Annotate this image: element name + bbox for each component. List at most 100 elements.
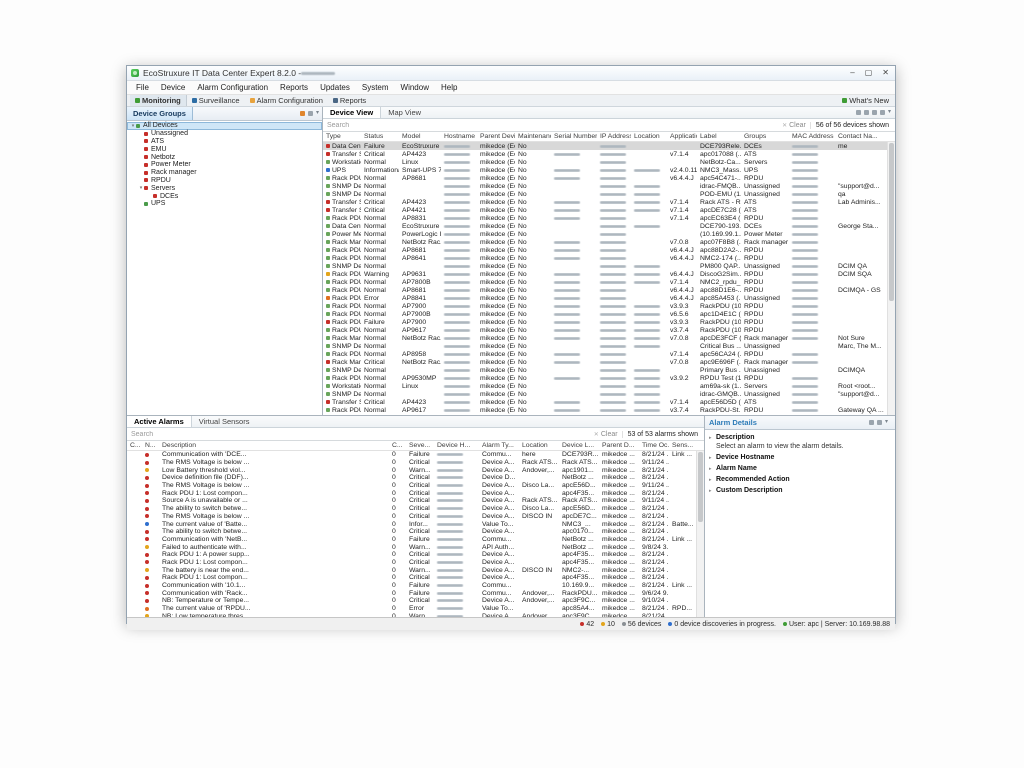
alarm-row[interactable]: Source A is unavailable or ...0CriticalD… bbox=[127, 497, 696, 505]
device-row[interactable]: Rack PDUWarningAP9631mikedce (Ec...Nov6.… bbox=[323, 270, 887, 278]
details-section-header[interactable]: ▸Recommended Action bbox=[709, 475, 891, 484]
perspective-tab-surveillance[interactable]: Surveillance bbox=[187, 95, 245, 106]
details-section-header[interactable]: ▸Description bbox=[709, 433, 891, 442]
details-maximize-icon[interactable] bbox=[877, 420, 882, 425]
device-row[interactable]: Transfer SwiCriticalAP4423mikedce (Ec...… bbox=[323, 150, 887, 158]
menu-device[interactable]: Device bbox=[155, 83, 191, 92]
column-header-parent-device[interactable]: Parent Device bbox=[477, 133, 515, 140]
tree-item-unassigned[interactable]: Unassigned bbox=[127, 130, 322, 138]
tree-item-emu[interactable]: EMU bbox=[127, 145, 322, 153]
alarm-row[interactable]: The ability to switch betwe...0CriticalD… bbox=[127, 528, 696, 536]
column-header-mac-address[interactable]: MAC Address bbox=[789, 133, 835, 140]
alarm-scrollbar-thumb[interactable] bbox=[698, 452, 703, 522]
device-row[interactable]: Rack PDUNormalAP8681mikedce (Ec...Nov6.4… bbox=[323, 174, 887, 182]
details-section-header[interactable]: ▸Custom Description bbox=[709, 486, 891, 495]
column-header-maintenanc[interactable]: Maintenanc... bbox=[515, 133, 551, 140]
alarm-row[interactable]: Communication with 'DCE...0FailureCommu.… bbox=[127, 451, 696, 459]
tree-item-servers[interactable]: ▾Servers bbox=[127, 184, 322, 192]
alarm-column-header-seve-4[interactable]: Seve... bbox=[406, 442, 434, 449]
device-row[interactable]: Rack ManagNormalNetBotz Rac...mikedce (E… bbox=[323, 238, 887, 246]
alarm-row[interactable]: Failed to authenticate with...0Warn...AP… bbox=[127, 543, 696, 551]
details-menu-chevron-icon[interactable]: ▾ bbox=[885, 420, 888, 425]
tab-device-view[interactable]: Device View bbox=[323, 107, 381, 118]
alarm-column-header-c-3[interactable]: C... bbox=[389, 442, 406, 449]
alarm-row[interactable]: The RMS Voltage is below ...0CriticalDev… bbox=[127, 482, 696, 490]
column-header-contact-na[interactable]: Contact Na... bbox=[835, 133, 887, 140]
device-row[interactable]: Rack ManagCriticalNetBotz Rac...mikedce … bbox=[323, 358, 887, 366]
column-header-type[interactable]: Type bbox=[323, 133, 361, 140]
tree-item-rack-manager[interactable]: Rack manager bbox=[127, 169, 322, 177]
device-table-scrollbar[interactable] bbox=[887, 142, 895, 415]
device-row[interactable]: Rack PDUNormalAP8641mikedce (Ec...Nov6.4… bbox=[323, 254, 887, 262]
alarm-row[interactable]: The battery is near the end...0Warn...De… bbox=[127, 566, 696, 574]
refresh-icon[interactable] bbox=[856, 110, 861, 115]
alarm-row[interactable]: Rack PDU 1: Lost compon...0CriticalDevic… bbox=[127, 574, 696, 582]
tree-item-ats[interactable]: ATS bbox=[127, 138, 322, 146]
column-header-serial-number[interactable]: Serial Number bbox=[551, 133, 597, 140]
device-row[interactable]: Power MeteNormalPowerLogic I...mikedce (… bbox=[323, 230, 887, 238]
alarm-row[interactable]: The RMS Voltage is below ...0CriticalDev… bbox=[127, 513, 696, 521]
device-scrollbar-thumb[interactable] bbox=[889, 143, 894, 301]
filter-icon[interactable] bbox=[864, 110, 869, 115]
device-row[interactable]: Rack PDUNormalAP7900Bmikedce (Ec...Nov6.… bbox=[323, 310, 887, 318]
device-row[interactable]: Rack PDUNormalAP9530MPmikedce (Ec...Nov3… bbox=[323, 374, 887, 382]
device-search-input[interactable]: Search bbox=[323, 122, 780, 129]
alarm-row[interactable]: Device definition file (DDF)...0Critical… bbox=[127, 474, 696, 482]
alarm-row[interactable]: The ability to switch betwe...0CriticalD… bbox=[127, 505, 696, 513]
alarm-table-scrollbar[interactable] bbox=[696, 451, 704, 617]
column-header-label[interactable]: Label bbox=[697, 133, 741, 140]
device-row[interactable]: Transfer SwiCriticalAP4423mikedce (Ec...… bbox=[323, 398, 887, 406]
alarm-column-header-device-h-5[interactable]: Device H... bbox=[434, 442, 479, 449]
menu-window[interactable]: Window bbox=[395, 83, 435, 92]
column-header-application[interactable]: Application ... bbox=[667, 133, 697, 140]
alarm-column-header-alarm-ty-6[interactable]: Alarm Ty... bbox=[479, 442, 519, 449]
device-row[interactable]: Transfer SwiCriticalAP4421mikedce (Ec...… bbox=[323, 206, 887, 214]
tree-item-dces[interactable]: DCEs bbox=[127, 192, 322, 200]
alarm-column-header-location-7[interactable]: Location bbox=[519, 442, 559, 449]
alarm-row[interactable]: The RMS Voltage is below ...0CriticalDev… bbox=[127, 459, 696, 467]
tree-item-power-meter[interactable]: Power Meter bbox=[127, 161, 322, 169]
create-group-icon[interactable] bbox=[300, 111, 305, 116]
tab-virtual-sensors[interactable]: Virtual Sensors bbox=[192, 416, 257, 427]
column-header-ip-address[interactable]: IP Address bbox=[597, 133, 631, 140]
close-button[interactable]: ✕ bbox=[882, 69, 889, 77]
alarm-row[interactable]: Communication with 'Rack...0FailureCommu… bbox=[127, 589, 696, 597]
device-row[interactable]: SNMP DeviNormalmikedce (Ec...Noidrac-GMQ… bbox=[323, 390, 887, 398]
alarm-column-header-time-oc-10[interactable]: Time Oc... bbox=[639, 442, 669, 449]
device-row[interactable]: Rack PDUErrorAP8841mikedce (Ec...Nov6.4.… bbox=[323, 294, 887, 302]
device-row[interactable]: SNMP DeviNormalmikedce (Ec...Noidrac-FMQ… bbox=[323, 182, 887, 190]
device-row[interactable]: Data CenterNormalEcoStruxure ...mikedce … bbox=[323, 222, 887, 230]
alarm-column-header-sens-11[interactable]: Sens... bbox=[669, 442, 696, 449]
device-row[interactable]: Rack PDUNormalAP8958mikedce (Ec...Nov7.1… bbox=[323, 350, 887, 358]
column-header-model[interactable]: Model bbox=[399, 133, 441, 140]
menu-help[interactable]: Help bbox=[435, 83, 463, 92]
whats-new-link[interactable]: What's New bbox=[842, 96, 892, 105]
alarm-row[interactable]: NB: Low temperature thres...0Warn...Devi… bbox=[127, 612, 696, 617]
alarm-column-header-description-2[interactable]: Description bbox=[159, 442, 389, 449]
column-header-groups[interactable]: Groups bbox=[741, 133, 789, 140]
minimize-panel-icon[interactable] bbox=[308, 111, 313, 116]
minimize-button[interactable]: – bbox=[850, 69, 854, 77]
alarm-column-header-parent-d-9[interactable]: Parent D... bbox=[599, 442, 639, 449]
device-row[interactable]: Data CenterFailureEcoStruxure ...mikedce… bbox=[323, 142, 887, 150]
device-row[interactable]: Rack PDUNormalAP8831mikedce (Ec...Nov7.1… bbox=[323, 214, 887, 222]
device-row[interactable]: SNMP DeviNormalmikedce (Ec...NoCritical … bbox=[323, 342, 887, 350]
menu-reports[interactable]: Reports bbox=[274, 83, 314, 92]
device-row[interactable]: Rack PDUNormalAP9617mikedce (Ec...Nov3.7… bbox=[323, 326, 887, 334]
details-minimize-icon[interactable] bbox=[869, 420, 874, 425]
device-row[interactable]: WorkstationNormalLinuxmikedce (Ec...Noam… bbox=[323, 382, 887, 390]
details-section-header[interactable]: ▸Device Hostname bbox=[709, 453, 891, 462]
alarm-row[interactable]: Communication with 'NetB...0FailureCommu… bbox=[127, 536, 696, 544]
device-groups-tab[interactable]: Device Groups bbox=[127, 107, 193, 120]
view-menu-chevron-icon[interactable]: ▾ bbox=[888, 110, 891, 115]
alarm-row[interactable]: The current value of 'RPDU...0ErrorValue… bbox=[127, 605, 696, 613]
alarm-search-clear[interactable]: Clear bbox=[601, 431, 622, 438]
tree-item-rpdu[interactable]: RPDU bbox=[127, 177, 322, 185]
column-header-hostname[interactable]: Hostname bbox=[441, 133, 477, 140]
alarm-row[interactable]: Low Battery threshold viol...0Warn...Dev… bbox=[127, 466, 696, 474]
device-row[interactable]: Rack PDUFailureAP7900mikedce (Ec...Nov3.… bbox=[323, 318, 887, 326]
maximize-button[interactable]: ▢ bbox=[865, 69, 873, 77]
column-header-status[interactable]: Status bbox=[361, 133, 399, 140]
device-row[interactable]: Rack PDUNormalAP7800Bmikedce (Ec...Nov7.… bbox=[323, 278, 887, 286]
alarm-row[interactable]: Communication with '10.1...0FailureCommu… bbox=[127, 582, 696, 590]
